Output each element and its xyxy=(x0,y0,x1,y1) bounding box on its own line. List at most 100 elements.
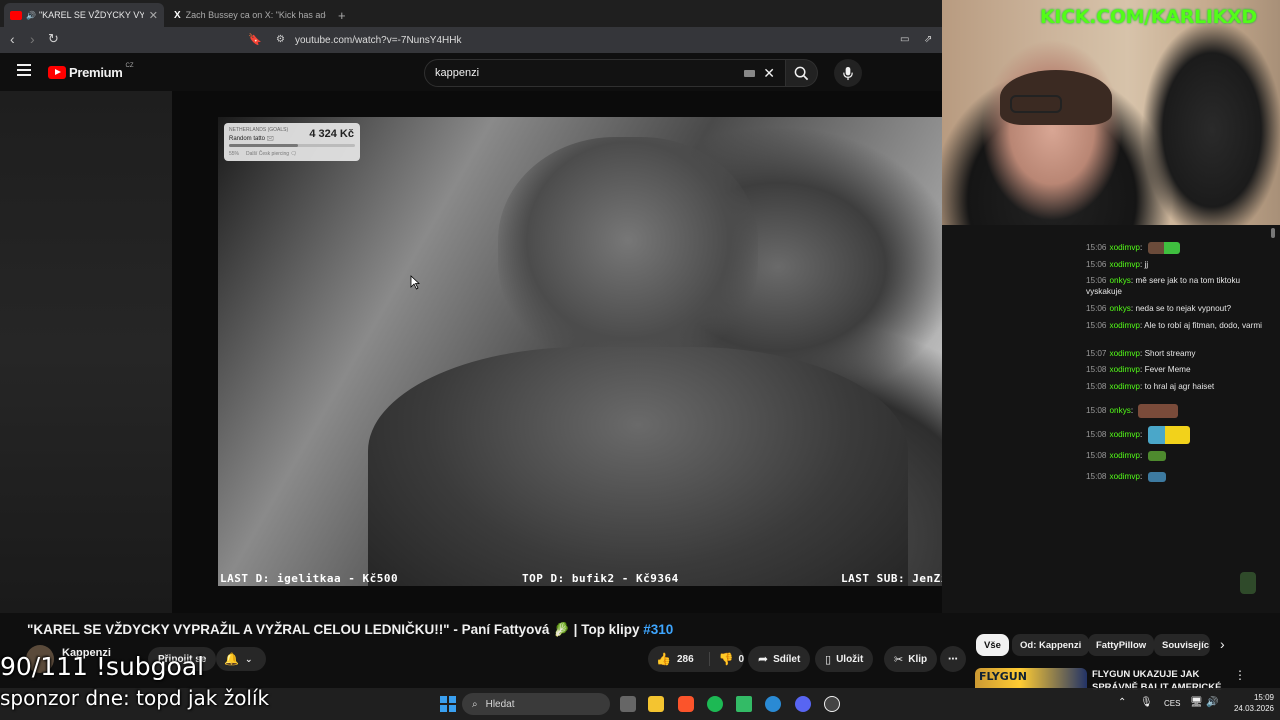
chat-text: Short streamy xyxy=(1144,349,1196,358)
bell-icon: 🔔 xyxy=(224,652,239,666)
clock-date: 24.03.2026 xyxy=(1233,704,1274,713)
chips-next-icon[interactable]: › xyxy=(1220,636,1225,652)
video-figure-face xyxy=(498,137,758,367)
clip-button[interactable]: ✂ Klip xyxy=(884,646,938,672)
chip-all[interactable]: Vše xyxy=(976,634,1009,656)
tab-title: "KAREL SE VŽDYCKY VYPRAŽ xyxy=(38,10,144,20)
forward-icon[interactable]: › xyxy=(30,31,35,47)
keyboard-icon[interactable] xyxy=(744,70,755,77)
chat-username[interactable]: xodimvp xyxy=(1110,365,1141,374)
chip-from-channel[interactable]: Od: Kappenzi xyxy=(1012,634,1090,656)
new-tab-button[interactable]: + xyxy=(332,3,352,27)
youtube-premium-logo[interactable]: Premium CZ xyxy=(48,63,134,80)
obs-icon[interactable] xyxy=(824,696,840,712)
chat-message: 15:07 xodimvp: Short streamy xyxy=(1086,348,1268,359)
screen-cast-icon[interactable]: ▭ xyxy=(900,34,909,45)
like-count: 286 xyxy=(676,653,694,665)
file-explorer-icon[interactable] xyxy=(648,696,664,712)
chat-message: 15:08 xodimvp: Fever Meme xyxy=(1086,364,1268,375)
clip-label: Klip xyxy=(908,653,928,665)
windows-start-icon[interactable] xyxy=(440,696,456,712)
chat-username[interactable]: xodimvp xyxy=(1110,321,1141,330)
chat-text: neda se to nejak vypnout? xyxy=(1135,304,1232,313)
save-button[interactable]: ▯ Uložit xyxy=(815,646,874,672)
donation-goal-card: NETHERLANDS (GOALS) Random tatto 🖂 4 324… xyxy=(224,123,360,161)
goal-progress-track xyxy=(229,144,355,147)
close-tab-icon[interactable]: ✕ xyxy=(149,9,158,22)
chat-username[interactable]: xodimvp xyxy=(1110,430,1141,439)
network-icon[interactable]: 🖥 xyxy=(1190,697,1203,708)
chip-related[interactable]: Souvisejíc xyxy=(1154,634,1210,656)
chat-username[interactable]: xodimvp xyxy=(1110,349,1141,358)
brave-browser-icon[interactable] xyxy=(678,696,694,712)
goal-amount: 4 324 Kč xyxy=(309,128,354,140)
chat-timestamp: 15:06 xyxy=(1086,321,1107,330)
spotify-icon[interactable] xyxy=(707,696,723,712)
taskbar-clock[interactable]: 15:09 24.03.2026 xyxy=(1222,692,1274,714)
chat-username[interactable]: onkys xyxy=(1110,276,1131,285)
save-label: Uložit xyxy=(836,653,864,665)
share-label: Sdílet xyxy=(773,653,801,665)
chat-message: 15:06 xodimvp: Ale to robí aj fitman, dod… xyxy=(1086,320,1268,331)
chat-username[interactable]: onkys xyxy=(1110,304,1131,313)
recommended-thumbnail[interactable]: FLYGUN xyxy=(975,668,1087,688)
bookmark-save-icon: ▯ xyxy=(825,653,832,666)
search-button[interactable] xyxy=(786,59,818,87)
chat-username[interactable]: onkys xyxy=(1110,406,1131,415)
discord-icon[interactable] xyxy=(795,696,811,712)
taskbar-search[interactable]: ⌕ Hledat xyxy=(462,693,610,715)
chat-message: 15:06 onkys: neda se to nejak vypnout? xyxy=(1086,303,1268,314)
chevron-down-icon: ⌄ xyxy=(244,653,253,664)
chat-scrollbar[interactable] xyxy=(1271,228,1275,238)
share-page-icon[interactable]: ⇗ xyxy=(924,34,932,45)
menu-icon[interactable] xyxy=(17,64,31,76)
video-title-text: "KAREL SE VŽDYCKY VYPRAŽIL A VYŽRAL CELO… xyxy=(27,622,644,637)
dislike-button[interactable]: 👎 0 xyxy=(710,652,744,666)
reload-icon[interactable]: ↻ xyxy=(48,31,59,47)
tab-youtube-video[interactable]: 🔊 "KAREL SE VŽDYCKY VYPRAŽ ✕ xyxy=(4,3,164,27)
chat-mascot-icon xyxy=(1240,572,1256,594)
voice-search-button[interactable] xyxy=(834,59,862,87)
volume-icon[interactable]: 🔊 xyxy=(1206,697,1218,708)
chat-timestamp: 15:06 xyxy=(1086,243,1107,253)
tray-overflow-icon[interactable]: ⌃ xyxy=(1118,697,1126,708)
goal-label: NETHERLANDS (GOALS) xyxy=(229,127,289,133)
overlay-top-donation: TOP D: bufik2 - Kč9364 xyxy=(522,572,679,585)
back-icon[interactable]: ‹ xyxy=(10,31,15,47)
subgoal-overlay: 90/111 !subgoal xyxy=(0,652,205,681)
clear-search-icon[interactable]: ✕ xyxy=(763,65,775,82)
like-button[interactable]: 👍 286 xyxy=(648,652,711,666)
bookmark-icon[interactable]: 🔖 xyxy=(248,33,262,46)
task-view-icon[interactable] xyxy=(620,696,636,712)
input-language[interactable]: CES xyxy=(1164,699,1180,708)
sponsor-overlay: sponzor dne: topd jak žolík xyxy=(0,686,270,710)
chat-username[interactable]: xodimvp xyxy=(1110,243,1141,252)
chip-fattypillow[interactable]: FattyPillow xyxy=(1088,634,1155,656)
rec-menu-icon[interactable]: ⋮ xyxy=(1234,668,1246,682)
url-field[interactable]: youtube.com/watch?v=-7NunsY4HHk xyxy=(270,30,890,50)
more-actions-button[interactable]: ⋯ xyxy=(940,646,966,672)
tray-mic-icon[interactable]: 🎙 xyxy=(1140,697,1153,708)
x-favicon-icon: X xyxy=(174,9,181,21)
document-app-icon[interactable] xyxy=(736,696,752,712)
search-input[interactable]: kappenzi ✕ xyxy=(424,59,786,87)
chat-timestamp: 15:06 xyxy=(1086,276,1107,285)
tab-x-post[interactable]: X Zach Bussey ca on X: "Kick has added xyxy=(168,3,333,27)
chat-username[interactable]: xodimvp xyxy=(1110,382,1141,391)
video-hashtag[interactable]: #310 xyxy=(643,622,673,637)
chat-username[interactable]: xodimvp xyxy=(1110,472,1141,481)
ccleaner-icon[interactable] xyxy=(765,696,781,712)
chat-username[interactable]: xodimvp xyxy=(1110,451,1141,460)
chat-username[interactable]: xodimvp xyxy=(1110,260,1141,269)
video-figure-jacket xyxy=(368,347,908,586)
chat-message: 15:08 xodimvp: xyxy=(1086,471,1268,482)
chat-separator: : xyxy=(1140,472,1145,481)
subscribe-bell-button[interactable]: 🔔 ⌄ xyxy=(216,647,266,671)
goal-name: Random tatto 🖂 xyxy=(229,136,274,142)
video-player[interactable] xyxy=(218,117,1051,586)
url-text: youtube.com/watch?v=-7NunsY4HHk xyxy=(295,34,462,46)
logo-text: Premium xyxy=(69,65,123,80)
chat-timestamp: 15:08 xyxy=(1086,430,1107,440)
goal-note: Další Česk piercing 🗨 xyxy=(246,151,297,157)
share-button[interactable]: ➦ Sdílet xyxy=(748,646,811,672)
